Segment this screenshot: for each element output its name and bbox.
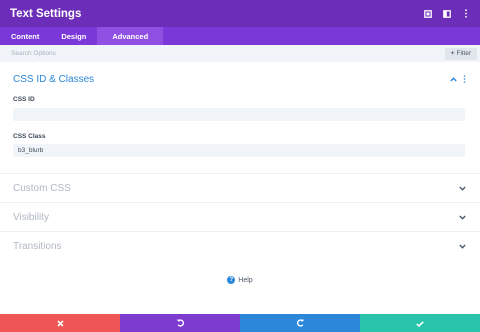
expand-icon[interactable] [424,9,432,18]
chevron-down-icon[interactable] [457,212,467,222]
filter-button[interactable]: + Filter [444,47,477,60]
filter-label: Filter [456,50,471,57]
chevron-up-icon[interactable] [448,74,458,84]
undo-icon [176,314,185,332]
tab-bar: Content Design Advanced [0,27,480,45]
help-icon: ? [227,276,236,284]
css-id-field[interactable] [13,108,465,121]
divider [0,173,480,174]
save-button[interactable] [360,314,480,332]
section-header-transitions[interactable]: Transitions [0,238,480,254]
section-css-id-classes: CSS ID & Classes [0,71,480,87]
divider [0,231,480,232]
section-title-transitions: Transitions [13,240,62,252]
footer-actions [0,314,480,332]
section-transitions: Transitions [0,238,480,254]
chevron-down-icon[interactable] [457,241,467,251]
divider [0,202,480,203]
help-label: Help [238,276,253,284]
header-actions [424,9,470,18]
more-vertical-icon[interactable] [461,75,467,83]
section-header-css[interactable]: CSS ID & Classes [0,71,480,87]
undo-button[interactable] [120,314,240,332]
search-bar: Search Options + Filter [0,45,480,62]
section-header-custom-css[interactable]: Custom CSS [0,180,480,196]
split-view-icon[interactable] [443,9,451,18]
css-id-label: CSS ID [13,96,35,103]
css-class-label: CSS Class [13,133,46,140]
section-title-visibility: Visibility [13,211,49,223]
modal-title: Text Settings [10,7,82,20]
tab-design[interactable]: Design [50,27,97,45]
section-title-css: CSS ID & Classes [13,73,95,85]
more-vertical-icon[interactable] [462,9,470,18]
check-icon [416,314,424,332]
section-visibility: Visibility [0,209,480,225]
tab-content[interactable]: Content [0,27,50,45]
plus-icon: + [450,50,455,57]
chevron-down-icon[interactable] [457,183,467,193]
section-header-visibility[interactable]: Visibility [0,209,480,225]
modal-header: Text Settings [0,0,480,27]
section-custom-css: Custom CSS [0,180,480,196]
close-icon [56,314,64,332]
cancel-button[interactable] [0,314,120,332]
help-link[interactable]: ? Help [0,276,480,284]
tab-advanced[interactable]: Advanced [97,27,164,45]
search-input[interactable]: Search Options [11,50,445,57]
redo-button[interactable] [240,314,360,332]
section-title-custom-css: Custom CSS [13,182,71,194]
css-class-field[interactable]: b3_blurb [13,144,465,157]
redo-icon [296,314,305,332]
